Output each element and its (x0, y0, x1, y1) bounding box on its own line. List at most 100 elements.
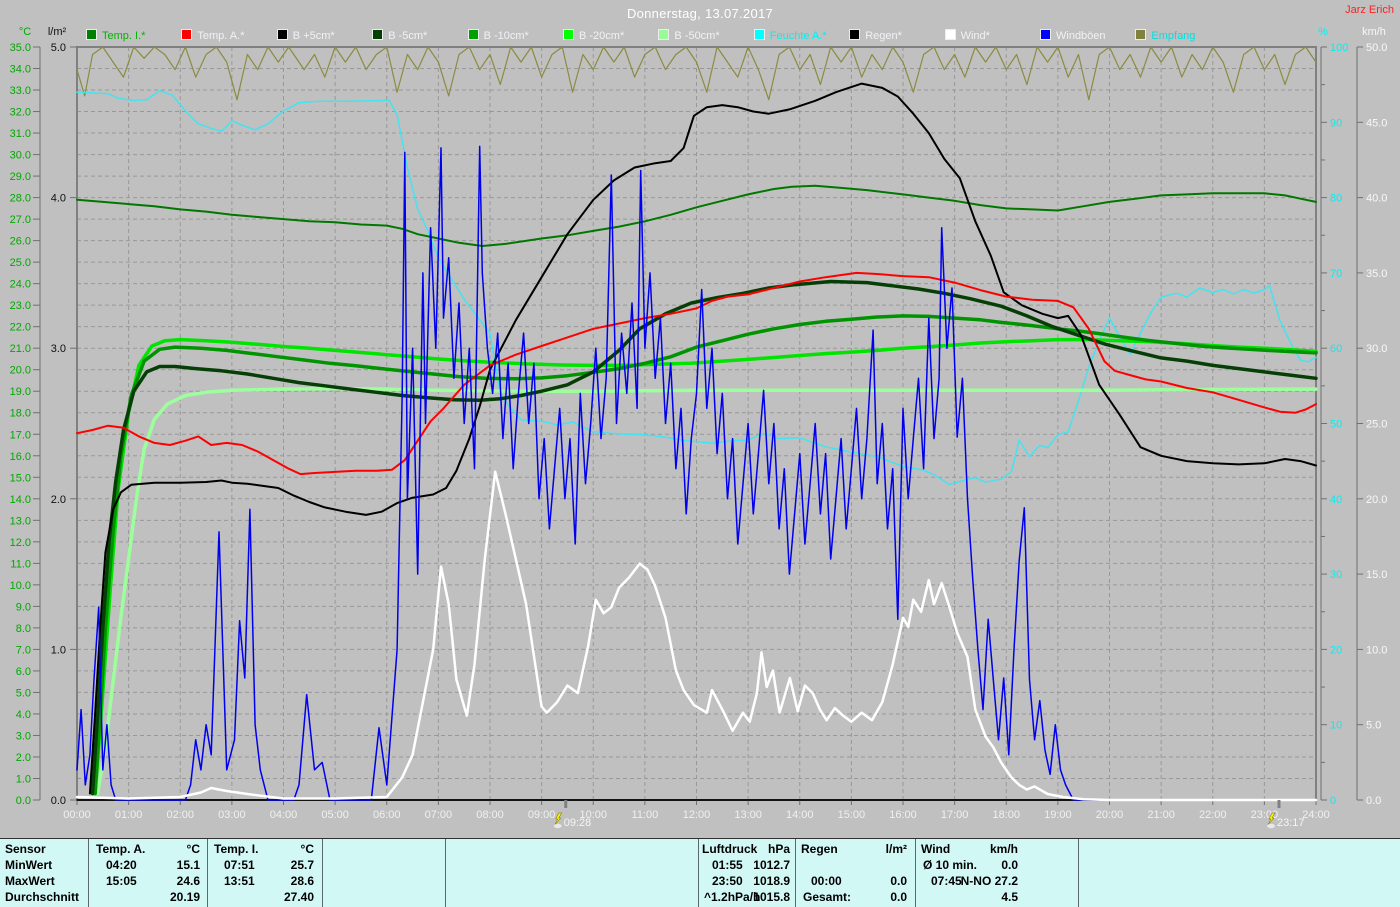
axis-tick-label: 25.0 (1366, 419, 1387, 431)
axis-tick-label: 30 (1330, 569, 1342, 581)
axis-tick-label: 07:00 (425, 809, 453, 821)
table-col-wind-name: Wind (921, 843, 950, 856)
table-temp_a-row1-value: 15.1 (110, 859, 200, 872)
axis-tick-label: 24.0 (10, 279, 31, 291)
table-col-luftdruck-unit: hPa (730, 843, 790, 856)
axis-tick-label: 03:00 (218, 809, 246, 821)
axis-tick-label: 19:00 (1044, 809, 1072, 821)
axis-tick-label: 90 (1330, 117, 1342, 129)
table-col-wind-unit: km/h (958, 843, 1018, 856)
axis-tick-label: 29.0 (10, 171, 31, 183)
axis-tick-label: 05:00 (321, 809, 349, 821)
table-temp_i-row1-value: 25.7 (224, 859, 314, 872)
axis-tick-label: 5.0 (1366, 720, 1381, 732)
axis-tick-label: 15:00 (838, 809, 866, 821)
axis-tick-label: 8.0 (16, 623, 31, 635)
series-b_minus50-line (98, 389, 1316, 794)
table-row-label-3: Durchschnitt (5, 891, 79, 904)
axis-tick-label: 40 (1330, 494, 1342, 506)
axis-tick-label: 19.0 (10, 386, 31, 398)
lightning-marker-icon (555, 813, 562, 825)
axis-tick-label: 30.0 (1366, 343, 1387, 355)
axis-tick-label: 22.0 (10, 322, 31, 334)
axis-tick-label: 9.0 (16, 601, 31, 613)
axis-tick-label: 00:00 (63, 809, 91, 821)
axis-tick-label: 14.0 (10, 494, 31, 506)
marker-time-label: 09:28 (564, 817, 592, 829)
chart-plot-area[interactable]: 0.01.02.03.04.05.06.07.08.09.010.011.012… (0, 0, 1400, 838)
axis-tick-label: 80 (1330, 193, 1342, 205)
axis-tick-label: 0 (1330, 795, 1336, 807)
axis-tick-label: 15.0 (1366, 569, 1387, 581)
axis-tick-label: 12:00 (683, 809, 711, 821)
axis-tick-label: 50 (1330, 419, 1342, 431)
axis-tick-label: 35.0 (1366, 268, 1387, 280)
table-row-label-2: MaxWert (5, 875, 55, 888)
table-temp_a-row3-value: 20.19 (110, 891, 200, 904)
table-regen-row2-value: 0.0 (817, 875, 907, 888)
table-col-temp_a-unit: °C (140, 843, 200, 856)
axis-tick-label: 18:00 (992, 809, 1020, 821)
axis-tick-label: 45.0 (1366, 117, 1387, 129)
table-col-temp_i-unit: °C (254, 843, 314, 856)
summary-table: SensorMinWertMaxWertDurchschnittTemp. A.… (0, 838, 1400, 907)
axis-tick-label: 16.0 (10, 451, 31, 463)
series-b_plus5-line (90, 84, 1316, 794)
table-row-label-1: MinWert (5, 859, 52, 872)
table-luftdruck-row2-value: 1018.9 (700, 875, 790, 888)
axis-tick-label: 22:00 (1199, 809, 1227, 821)
series-b_minus20-line (95, 340, 1316, 794)
axis-tick-label: 20:00 (1096, 809, 1124, 821)
axis-tick-label: 12.0 (10, 537, 31, 549)
table-luftdruck-row1-value: 1012.7 (700, 859, 790, 872)
axis-tick-label: 0.0 (1366, 795, 1381, 807)
table-divider-4 (698, 839, 699, 907)
table-temp_i-row3-value: 27.40 (224, 891, 314, 904)
axis-tick-label: 21.0 (10, 343, 31, 355)
axis-tick-label: 21:00 (1147, 809, 1175, 821)
table-row-label-0: Sensor (5, 843, 46, 856)
axis-tick-label: 5.0 (51, 42, 66, 54)
axis-tick-label: 60 (1330, 343, 1342, 355)
axis-tick-label: 70 (1330, 268, 1342, 280)
axis-tick-label: 32.0 (10, 107, 31, 119)
axis-tick-label: 5.0 (16, 687, 31, 699)
axis-tick-label: 100 (1330, 42, 1348, 54)
table-divider-6 (915, 839, 916, 907)
axis-tick-label: 31.0 (10, 128, 31, 140)
axis-tick-label: 25.0 (10, 257, 31, 269)
axis-tick-label: 4.0 (16, 709, 31, 721)
axis-tick-label: 04:00 (270, 809, 298, 821)
weather-app-window: Donnerstag, 13.07.2017 Jarz Erich Temp. … (0, 0, 1400, 907)
table-temp_a-row2-value: 24.6 (110, 875, 200, 888)
axis-tick-label: 34.0 (10, 64, 31, 76)
axis-tick-label: 15.0 (10, 472, 31, 484)
table-divider-7 (1078, 839, 1079, 907)
table-wind-row3-value: 4.5 (928, 891, 1018, 904)
table-divider-5 (795, 839, 796, 907)
time-marker-23-17[interactable]: 23:17 (1267, 800, 1305, 829)
axis-tick-label: 10.0 (10, 580, 31, 592)
axis-tick-label: 01:00 (115, 809, 143, 821)
axis-tick-label: 7.0 (16, 644, 31, 656)
table-wind-row2-value: N-NO 27.2 (928, 875, 1018, 888)
axis-tick-label: 50.0 (1366, 42, 1387, 54)
axis-tick-label: 28.0 (10, 193, 31, 205)
axis-tick-label: 33.0 (10, 85, 31, 97)
table-wind-row1-value: 0.0 (928, 859, 1018, 872)
table-col-regen-unit: l/m² (847, 843, 907, 856)
table-regen-row3-value: 0.0 (817, 891, 907, 904)
axis-tick-label: 23.0 (10, 300, 31, 312)
table-divider-2 (322, 839, 323, 907)
axis-tick-label: 0.0 (16, 795, 31, 807)
axis-tick-label: 10.0 (1366, 644, 1387, 656)
axis-tick-label: 17.0 (10, 429, 31, 441)
axis-tick-label: 13:00 (734, 809, 762, 821)
axis-tick-label: 27.0 (10, 214, 31, 226)
axis-tick-label: 20.0 (1366, 494, 1387, 506)
axis-tick-label: 3.0 (16, 730, 31, 742)
axis-tick-label: 02:00 (166, 809, 194, 821)
axis-tick-label: 16:00 (889, 809, 917, 821)
axis-tick-label: 4.0 (51, 193, 66, 205)
table-col-temp_i-name: Temp. I. (214, 843, 258, 856)
